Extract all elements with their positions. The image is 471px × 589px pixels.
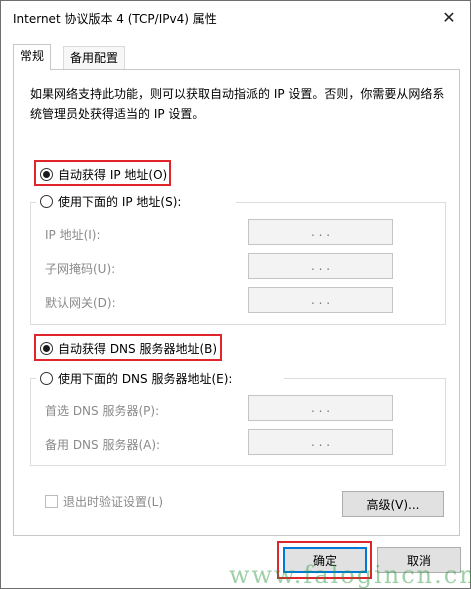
validate-on-exit-box[interactable] — [45, 495, 58, 508]
alternate-dns-field[interactable]: . . . — [248, 429, 393, 455]
dialog-window: Internet 协议版本 4 (TCP/IPv4) 属性 ✕ 常规 备用配置 … — [0, 0, 471, 589]
alternate-dns-label: 备用 DNS 服务器(A): — [45, 438, 161, 452]
close-icon[interactable]: ✕ — [436, 4, 462, 30]
window-title: Internet 协议版本 4 (TCP/IPv4) 属性 — [13, 12, 217, 26]
radio-auto-ip-label: 自动获得 IP 地址(O) — [58, 168, 168, 182]
radio-manual-ip-indicator[interactable] — [40, 195, 53, 208]
subnet-mask-label: 子网掩码(U): — [45, 262, 116, 276]
radio-auto-dns-indicator[interactable] — [40, 342, 53, 355]
ip-address-field[interactable]: . . . — [248, 219, 393, 245]
advanced-button[interactable]: 高级(V)... — [342, 491, 444, 517]
tab-general[interactable]: 常规 — [13, 44, 52, 70]
radio-auto-ip[interactable]: 自动获得 IP 地址(O) — [40, 166, 167, 183]
radio-manual-ip-label: 使用下面的 IP 地址(S): — [58, 195, 182, 209]
description-text: 如果网络支持此功能，则可以获取自动指派的 IP 设置。否则，你需要从网络系统管理… — [30, 87, 445, 121]
radio-manual-dns-label: 使用下面的 DNS 服务器地址(E): — [58, 372, 233, 386]
preferred-dns-field[interactable]: . . . — [248, 395, 393, 421]
default-gateway-label: 默认网关(D): — [45, 296, 116, 310]
general-panel: 如果网络支持此功能，则可以获取自动指派的 IP 设置。否则，你需要从网络系统管理… — [13, 69, 460, 536]
radio-auto-dns-label: 自动获得 DNS 服务器地址(B) — [58, 342, 218, 356]
watermark-text: www.falogincn.cn — [229, 561, 471, 589]
preferred-dns-label: 首选 DNS 服务器(P): — [45, 404, 160, 418]
subnet-mask-field[interactable]: . . . — [248, 253, 393, 279]
validate-on-exit-label: 退出时验证设置(L) — [63, 495, 164, 509]
default-gateway-field[interactable]: . . . — [248, 287, 393, 313]
tab-alternate-config[interactable]: 备用配置 — [63, 46, 126, 70]
radio-manual-dns[interactable]: 使用下面的 DNS 服务器地址(E): — [40, 370, 232, 387]
radio-auto-dns[interactable]: 自动获得 DNS 服务器地址(B) — [40, 340, 217, 357]
radio-auto-ip-indicator[interactable] — [40, 168, 53, 181]
validate-on-exit-checkbox[interactable]: 退出时验证设置(L) — [45, 493, 163, 510]
radio-manual-dns-indicator[interactable] — [40, 372, 53, 385]
radio-manual-ip[interactable]: 使用下面的 IP 地址(S): — [40, 193, 181, 210]
ip-address-label: IP 地址(I): — [45, 228, 101, 242]
title-bar: Internet 协议版本 4 (TCP/IPv4) 属性 ✕ — [1, 1, 470, 32]
